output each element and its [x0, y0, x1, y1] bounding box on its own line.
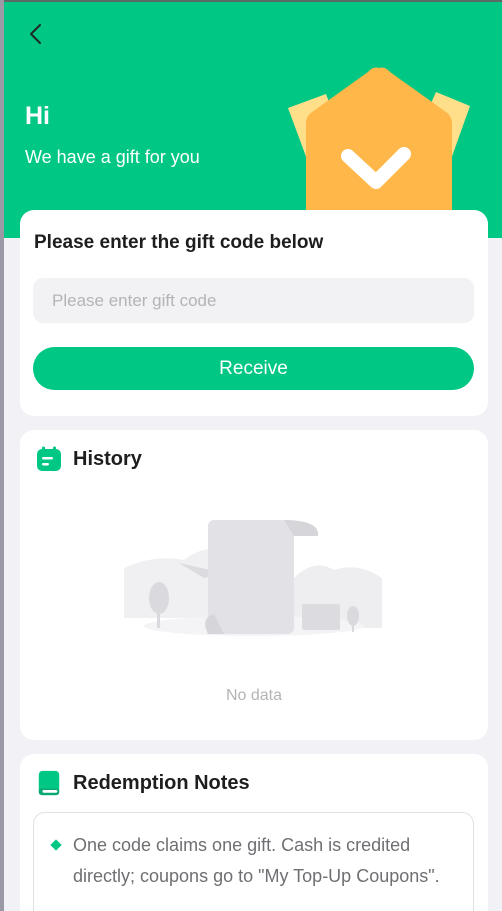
empty-state-text: No data — [225, 687, 283, 704]
hero-greeting: Hi — [25, 102, 50, 130]
history-title: History — [73, 448, 142, 470]
redemption-notes-title: Redemption Notes — [73, 772, 250, 794]
redemption-notes-card: Redemption Notes One code claims one gif… — [20, 754, 488, 911]
note-item: One code claims one gift. Cash is credit… — [73, 835, 440, 886]
hero-subtitle: We have a gift for you — [25, 147, 200, 167]
gift-card-title: Please enter the gift code below — [34, 232, 324, 253]
gift-code-input[interactable] — [33, 278, 474, 323]
gift-code-card: Please enter the gift code below Receive — [20, 210, 488, 416]
back-button[interactable] — [22, 20, 50, 48]
diamond-bullet-icon — [50, 839, 62, 851]
receive-button[interactable]: Receive — [33, 347, 474, 390]
history-card: History No data — [20, 430, 488, 740]
book-icon — [38, 770, 60, 796]
empty-state-illustration — [124, 520, 382, 636]
notes-list: One code claims one gift. Cash is credit… — [33, 812, 474, 911]
calendar-list-icon — [37, 446, 61, 471]
chevron-left-icon — [30, 24, 41, 44]
hero-header: Hi We have a gift for you — [4, 2, 502, 238]
